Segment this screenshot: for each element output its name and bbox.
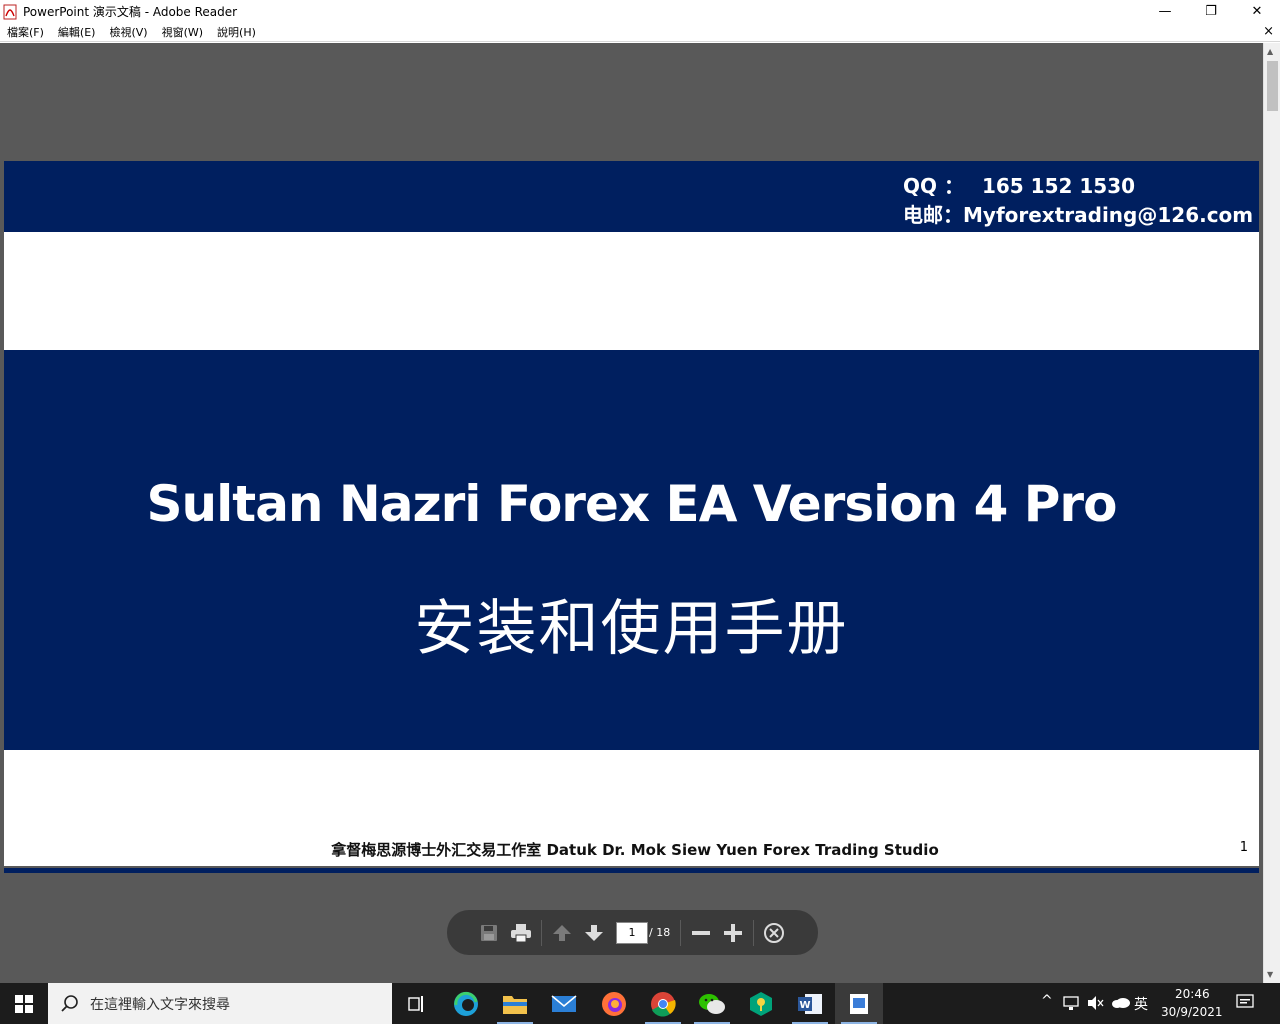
onedrive-icon[interactable] [1111,995,1131,1013]
footer-studio-name: 拿督梅思源博士外汇交易工作室 Datuk Dr. Mok Siew Yuen F… [331,841,939,859]
slide-page: QQ ： 165 152 1530 电邮：Myforextrading@126.c… [4,161,1259,873]
menu-file[interactable]: 檔案(F) [0,24,51,40]
document-viewport[interactable]: QQ ： 165 152 1530 电邮：Myforextrading@126.c… [0,43,1263,983]
qq-label: QQ ： [903,174,964,198]
wechat-icon[interactable] [688,983,736,1024]
firefox-icon[interactable] [590,983,638,1024]
svg-text:W: W [799,1000,810,1011]
scroll-down-icon[interactable]: ▼ [1267,970,1273,979]
windows-start-icon[interactable] [0,983,48,1024]
close-document-button[interactable]: × [1263,24,1274,39]
vertical-scrollbar[interactable]: ▲ ▼ [1263,43,1280,983]
photo-viewer-icon[interactable] [835,983,883,1024]
zoom-out-icon[interactable] [685,917,717,949]
network-icon[interactable] [1063,995,1081,1015]
email-contact: 电邮：Myforextrading@126.com [903,199,1253,228]
title-banner: Sultan Nazri Forex EA Version 4 Pro 安装和使… [4,350,1259,750]
toolbar-separator [541,919,542,946]
title-bar: PowerPoint 演示文稿 - Adobe Reader — ❐ ✕ [0,0,1280,23]
security-shield-icon[interactable] [737,983,785,1024]
notifications-icon[interactable] [1236,993,1254,1015]
taskbar-search-box[interactable]: 在這裡輸入文字來搜尋 [48,983,392,1024]
toolbar-separator [680,919,682,946]
clock-date[interactable]: 30/9/2021 [1161,1005,1223,1019]
search-icon [61,994,78,1012]
restore-button[interactable]: ❐ [1188,0,1234,23]
slide-title-chinese: 安装和使用手册 [414,594,849,664]
mail-icon[interactable] [540,983,588,1024]
print-icon[interactable] [505,917,537,949]
menu-help[interactable]: 說明(H) [210,24,263,40]
show-hidden-icons-icon[interactable]: ^ [1041,993,1053,1009]
previous-page-icon[interactable] [546,917,578,949]
file-explorer-icon[interactable] [491,983,539,1024]
scroll-up-icon[interactable]: ▲ [1267,47,1273,56]
menu-bar: 檔案(F) 編輯(E) 檢視(V) 視窗(W) 說明(H) × [0,23,1280,42]
slide-page-number: 1 [1239,840,1248,855]
slide-footer: 拿督梅思源博士外汇交易工作室 Datuk Dr. Mok Siew Yuen F… [4,830,1259,865]
minimize-button[interactable]: — [1142,0,1188,23]
zoom-in-icon[interactable] [717,917,749,949]
search-placeholder: 在這裡輸入文字來搜尋 [90,996,230,1013]
volume-muted-icon[interactable] [1087,995,1105,1015]
input-method-indicator[interactable]: 英 [1134,994,1148,1014]
save-icon[interactable] [473,917,505,949]
adobe-reader-icon [3,4,19,20]
windows-taskbar: 在這裡輸入文字來搜尋 W ^ 英 20:46 30/9/2021 [0,983,1280,1024]
next-page-icon[interactable] [578,917,610,949]
email-value: Myforextrading@126.com [963,203,1254,227]
menu-view[interactable]: 檢視(V) [102,24,154,40]
close-window-button[interactable]: ✕ [1234,0,1280,23]
task-view-icon[interactable] [392,983,440,1024]
edge-browser-icon[interactable] [442,983,490,1024]
toolbar-separator [753,919,755,946]
word-icon[interactable]: W [786,983,834,1024]
scroll-thumb[interactable] [1267,61,1278,111]
page-total-label: / 18 [649,926,671,939]
contact-banner: QQ ： 165 152 1530 电邮：Myforextrading@126.c… [4,161,1259,232]
qq-value: 165 152 1530 [981,174,1136,198]
qq-contact: QQ ： 165 152 1530 [903,170,1135,199]
email-label: 电邮： [903,203,963,227]
menu-window[interactable]: 視窗(W) [155,24,210,40]
window-title: PowerPoint 演示文稿 - Adobe Reader [23,5,238,19]
page-number-input[interactable]: 1 [616,921,648,944]
clock-time[interactable]: 20:46 [1175,987,1210,1001]
exit-full-screen-icon[interactable] [758,917,790,949]
floating-reader-toolbar: 1 / 18 [447,910,818,955]
slide-title-english: Sultan Nazri Forex EA Version 4 Pro [146,475,1118,533]
menu-edit[interactable]: 編輯(E) [51,24,103,40]
chrome-icon[interactable] [639,983,687,1024]
footer-divider [4,868,1259,873]
